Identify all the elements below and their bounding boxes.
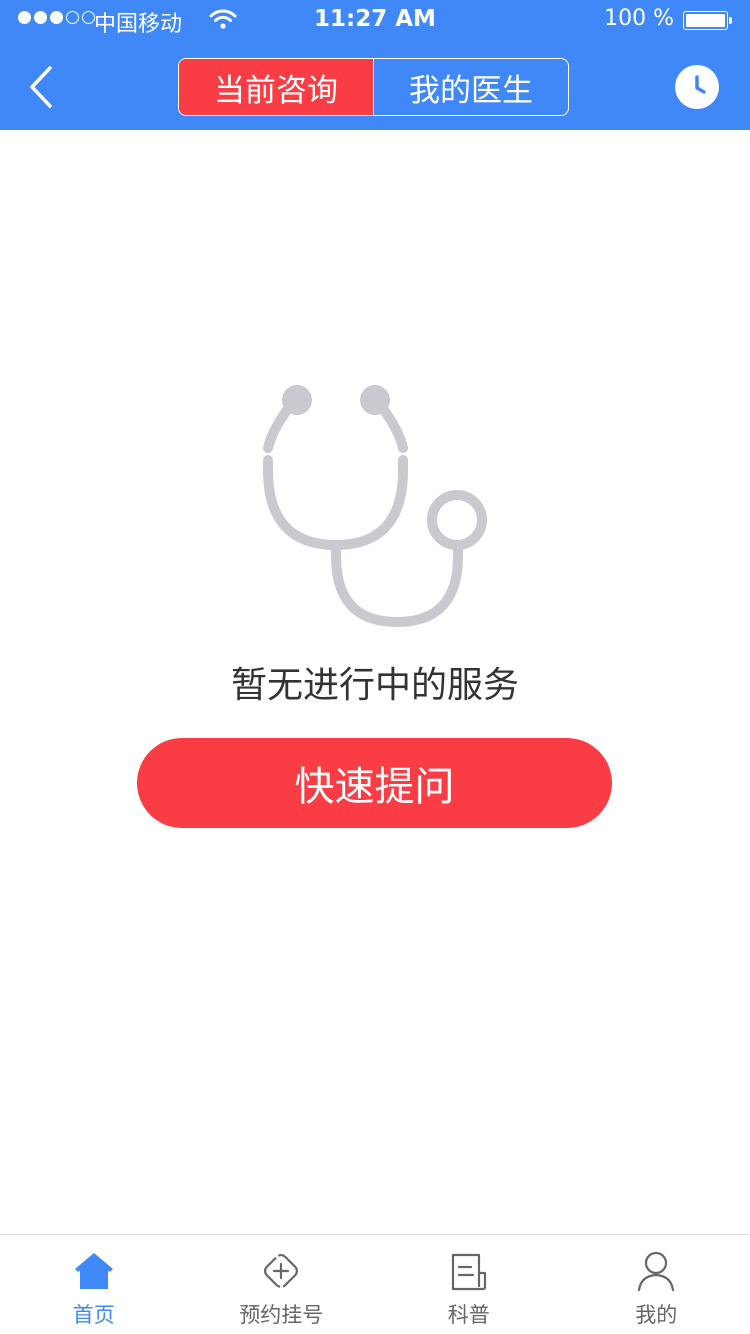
profile-icon bbox=[638, 1251, 675, 1292]
empty-state-message: 暂无进行中的服务 bbox=[230, 665, 519, 706]
bottom-tab-bar: 首页 预约挂号 科普 我的 bbox=[0, 1234, 750, 1334]
clock-icon bbox=[695, 75, 706, 94]
back-button[interactable] bbox=[22, 62, 62, 112]
tab-science[interactable]: 科普 bbox=[375, 1235, 563, 1334]
chevron-left-icon bbox=[30, 66, 52, 108]
top-header: 中国移动 11:27 AM 100 % 当前咨询 我的医生 bbox=[0, 0, 750, 130]
quick-ask-button[interactable]: 快速提问 bbox=[137, 738, 612, 828]
tab-home[interactable]: 首页 bbox=[0, 1235, 188, 1334]
tab-current-consult[interactable]: 当前咨询 bbox=[179, 59, 373, 115]
history-button[interactable] bbox=[675, 65, 719, 109]
home-icon bbox=[74, 1253, 113, 1289]
appointment-icon bbox=[264, 1254, 299, 1288]
battery-percentage: 100 % bbox=[604, 6, 674, 31]
tab-home-label: 首页 bbox=[72, 1303, 115, 1327]
tab-mine[interactable]: 我的 bbox=[563, 1235, 750, 1334]
consult-tab-switcher: 当前咨询 我的医生 bbox=[178, 58, 569, 116]
tab-my-doctors[interactable]: 我的医生 bbox=[373, 59, 568, 115]
article-icon bbox=[451, 1253, 486, 1291]
tab-appointment[interactable]: 预约挂号 bbox=[188, 1235, 376, 1334]
tab-appointment-label: 预约挂号 bbox=[239, 1303, 324, 1327]
tab-science-label: 科普 bbox=[447, 1303, 490, 1327]
tab-mine-label: 我的 bbox=[635, 1303, 678, 1327]
status-bar: 中国移动 11:27 AM 100 % bbox=[0, 0, 750, 40]
battery-icon bbox=[683, 11, 732, 30]
stethoscope-icon bbox=[263, 385, 487, 628]
